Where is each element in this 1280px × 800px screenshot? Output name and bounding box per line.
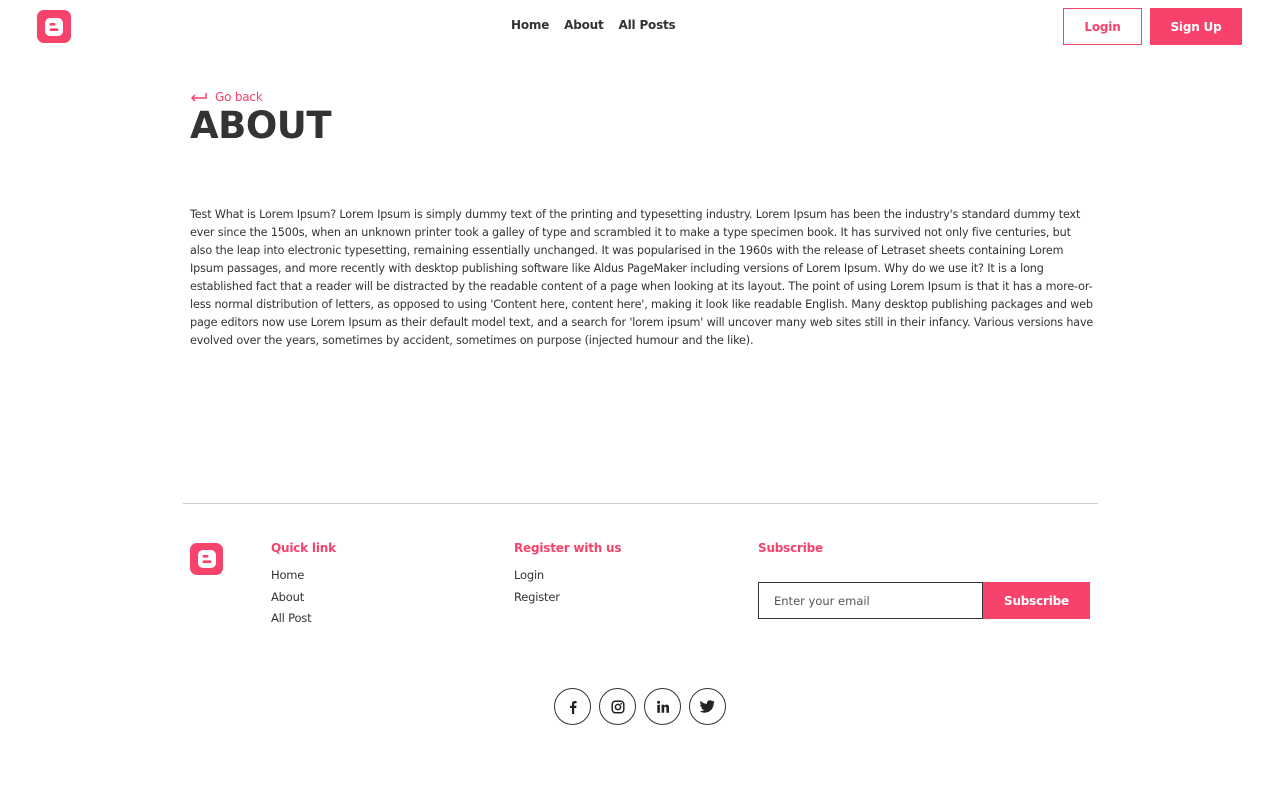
footer-link-all-post[interactable]: All Post: [271, 608, 336, 630]
footer-link-login[interactable]: Login: [514, 565, 621, 587]
subscribe-button[interactable]: Subscribe: [983, 582, 1090, 619]
blogger-logo-icon[interactable]: [37, 10, 71, 43]
page-title: ABOUT: [190, 104, 332, 147]
nav-link-about[interactable]: About: [564, 18, 604, 32]
footer-quick-links: Quick link Home About All Post: [271, 541, 336, 630]
nav-link-all-posts[interactable]: All Posts: [619, 18, 676, 32]
footer-blogger-logo-icon[interactable]: [190, 543, 223, 575]
footer-divider: [183, 503, 1098, 504]
nav-link-home[interactable]: Home: [511, 18, 549, 32]
facebook-icon[interactable]: [554, 688, 591, 725]
subscribe-heading: Subscribe: [758, 541, 823, 555]
footer-link-home[interactable]: Home: [271, 565, 336, 587]
go-back-link[interactable]: Go back: [190, 90, 263, 104]
top-navbar: Home About All Posts Login Sign Up: [0, 0, 1280, 54]
login-button[interactable]: Login: [1063, 8, 1142, 45]
about-body-text: Test What is Lorem Ipsum? Lorem Ipsum is…: [190, 208, 1094, 347]
subscribe-email-input[interactable]: [758, 582, 983, 619]
return-arrow-icon: [190, 93, 207, 102]
footer-link-register[interactable]: Register: [514, 587, 621, 609]
signup-button[interactable]: Sign Up: [1150, 8, 1242, 45]
footer-register-links: Register with us Login Register: [514, 541, 622, 609]
instagram-icon[interactable]: [599, 688, 636, 725]
footer-link-about[interactable]: About: [271, 587, 336, 609]
register-heading: Register with us: [514, 541, 622, 555]
go-back-label: Go back: [215, 90, 263, 104]
social-links: [554, 688, 726, 725]
linkedin-icon[interactable]: [644, 688, 681, 725]
quick-link-heading: Quick link: [271, 541, 336, 555]
main-nav: Home About All Posts: [511, 18, 676, 32]
twitter-icon[interactable]: [689, 688, 726, 725]
footer-subscribe: Subscribe: [758, 541, 823, 565]
